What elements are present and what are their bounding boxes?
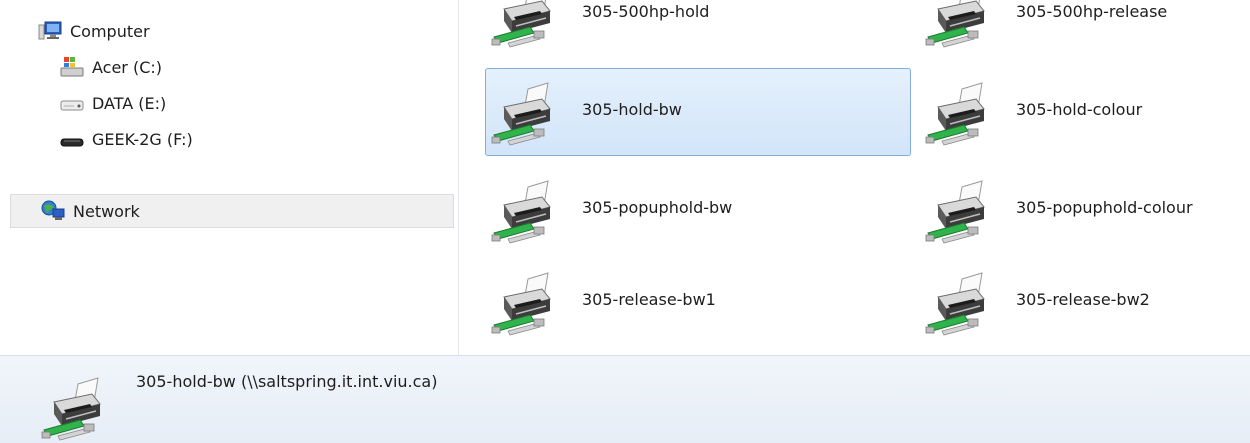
nav-item-network[interactable]: Network: [10, 194, 454, 228]
printer-item[interactable]: 305-500hp-release: [919, 0, 1250, 58]
network-printer-icon: [925, 82, 985, 146]
nav-item-computer[interactable]: Computer: [38, 16, 150, 46]
details-pane: 305-hold-bw (\\saltspring.it.int.viu.ca): [0, 355, 1250, 443]
windows-drive-icon: [60, 56, 84, 78]
printer-name: 305-hold-bw: [582, 100, 682, 119]
network-printer-icon: [925, 272, 985, 336]
nav-item-label: GEEK-2G (F:): [92, 129, 193, 149]
printer-item[interactable]: 305-popuphold-colour: [919, 166, 1250, 254]
nav-item-drive-c[interactable]: Acer (C:): [60, 52, 162, 82]
nav-item-drive-e[interactable]: DATA (E:): [60, 88, 166, 118]
printer-item[interactable]: 305-500hp-hold: [485, 0, 911, 58]
printer-name: 305-popuphold-bw: [582, 198, 733, 217]
network-icon: [41, 200, 65, 222]
nav-item-label: Acer (C:): [92, 57, 163, 77]
network-printer-icon: [925, 0, 985, 48]
printer-item[interactable]: 305-hold-colour: [919, 68, 1250, 156]
usb-drive-icon: [60, 128, 84, 150]
hard-drive-icon: [60, 92, 84, 114]
network-printer-icon: [925, 180, 985, 244]
selected-printer-details: 305-hold-bw (\\saltspring.it.int.viu.ca): [136, 372, 438, 391]
printer-name: 305-500hp-hold: [582, 2, 710, 21]
network-printer-icon: [491, 180, 551, 244]
computer-icon: [38, 20, 62, 42]
nav-item-label: Computer: [70, 21, 150, 41]
network-printer-icon: [491, 0, 551, 48]
network-printer-icon: [491, 272, 551, 336]
nav-item-label: DATA (E:): [92, 93, 167, 113]
printer-name: 305-release-bw1: [582, 290, 716, 309]
printer-item[interactable]: 305-popuphold-bw: [485, 166, 911, 254]
printer-item[interactable]: 305-release-bw1: [485, 258, 911, 346]
nav-item-drive-f[interactable]: GEEK-2G (F:): [60, 124, 193, 154]
printer-item-selected[interactable]: 305-hold-bw: [485, 68, 911, 156]
nav-item-label: Network: [73, 201, 140, 221]
printer-name: 305-hold-colour: [1016, 100, 1143, 119]
printer-name: 305-popuphold-colour: [1016, 198, 1193, 217]
printer-name: 305-release-bw2: [1016, 290, 1150, 309]
network-printer-icon: [491, 82, 551, 146]
navigation-pane: Computer Acer (C:) DATA (E:) GEEK-2G (F:…: [0, 0, 459, 355]
network-printer-icon: [41, 377, 101, 441]
printer-name: 305-500hp-release: [1016, 2, 1168, 21]
printer-item[interactable]: 305-release-bw2: [919, 258, 1250, 346]
printer-list: 305-500hp-hold 305-500hp-release 305-hol…: [459, 0, 1250, 355]
